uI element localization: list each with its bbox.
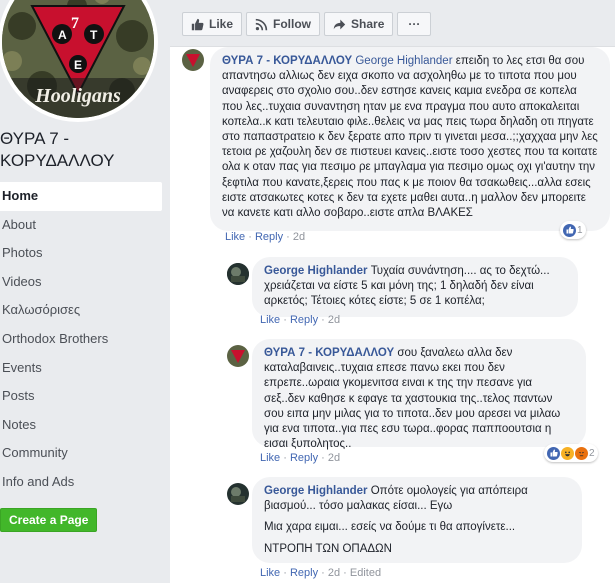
edited-label[interactable]: Edited — [350, 567, 381, 579]
more-options-label: ··· — [408, 17, 421, 31]
like-reaction-icon — [547, 446, 560, 460]
page-avatar-icon — [227, 345, 249, 367]
commenter-avatar[interactable] — [182, 49, 204, 71]
commenter-avatar[interactable] — [227, 483, 249, 505]
sidebar-item-info-and-ads[interactable]: Info and Ads — [0, 468, 170, 497]
svg-text:A: A — [58, 28, 67, 42]
comment-author[interactable]: George Highlander — [264, 265, 368, 277]
page-action-bar: Like Follow Share ··· — [182, 12, 432, 38]
create-page-button[interactable]: Create a Page — [0, 508, 98, 532]
like-comment-link[interactable]: Like — [260, 452, 280, 464]
rss-follow-icon — [255, 18, 268, 30]
sidebar-item-videos[interactable]: Videos — [0, 268, 170, 297]
reply-comment-link[interactable]: Reply — [290, 314, 318, 326]
reaction-number: 1 — [577, 224, 583, 236]
svg-text:7: 7 — [71, 15, 79, 32]
comment-timestamp[interactable]: 2d — [293, 231, 305, 243]
sidebar-item-notes[interactable]: Notes — [0, 411, 170, 440]
share-page-button[interactable]: Share — [324, 12, 394, 36]
follow-page-label: Follow — [273, 17, 312, 31]
user-avatar-icon — [227, 263, 249, 285]
comments-panel: ΘΥΡΑ 7 - ΚΟΡΥΔΑΛΛΟΥ George Highlander επ… — [170, 46, 615, 583]
comment-bubble: ΘΥΡΑ 7 - ΚΟΡΥΔΑΛΛΟΥ σου ξαναλεω αλλα δεν… — [252, 339, 586, 451]
svg-text:E: E — [74, 58, 82, 72]
commenter-avatar[interactable] — [227, 345, 249, 367]
reply-comment-link[interactable]: Reply — [290, 567, 318, 579]
comment-author[interactable]: ΘΥΡΑ 7 - ΚΟΡΥΔΑΛΛΟΥ — [222, 55, 352, 67]
reaction-number: 2 — [589, 447, 595, 459]
share-page-label: Share — [351, 17, 385, 31]
sidebar-item-posts[interactable]: Posts — [0, 382, 170, 411]
page-profile-picture[interactable]: A T E 7 Hooligans — [0, 0, 158, 122]
sidebar-item-events[interactable]: Events — [0, 354, 170, 383]
commenter-avatar[interactable] — [227, 263, 249, 285]
mentioned-user[interactable]: George Highlander — [355, 55, 452, 67]
sidebar-item-about[interactable]: About — [0, 211, 170, 240]
reaction-count[interactable]: 1 — [560, 221, 586, 239]
comment-text: επειδη το λες ετσι θα σου απαντησω αλλιω… — [222, 55, 598, 220]
more-options-button[interactable]: ··· — [397, 12, 432, 36]
sidebar-item-welcome[interactable]: Καλωσόρισες — [0, 296, 170, 325]
reaction-count[interactable]: 2 — [544, 444, 598, 462]
sidebar-item-home[interactable]: Home — [0, 182, 162, 211]
follow-page-button[interactable]: Follow — [246, 12, 321, 36]
thumbs-up-icon — [191, 18, 204, 30]
comment-text-line: ΝΤΡΟΠΗ ΤΩΝ ΟΠΑΔΩΝ — [264, 542, 392, 555]
comment-timestamp[interactable]: 2d — [328, 314, 340, 326]
like-comment-link[interactable]: Like — [225, 231, 245, 243]
sidebar-item-community[interactable]: Community — [0, 439, 170, 468]
comment-meta: Like · Reply · 2d — [260, 452, 341, 464]
comment-timestamp[interactable]: 2d — [328, 567, 340, 579]
comment-bubble: George Highlander Οπότε ομολογείς για απ… — [252, 477, 582, 563]
share-arrow-icon — [333, 19, 346, 29]
user-avatar-icon — [227, 483, 249, 505]
comment-meta: Like · Reply · 2d — [260, 314, 341, 326]
logo-text: Hooligans — [34, 85, 121, 107]
sidebar-item-orthodox-brothers[interactable]: Orthodox Brothers — [0, 325, 170, 354]
comment-author[interactable]: George Highlander — [264, 485, 368, 497]
comment-text: σου ξαναλεω αλλα δεν καταλαβαινεις..τυχα… — [264, 347, 561, 451]
comment-meta: Like · Reply · 2d — [225, 231, 306, 243]
comment-bubble: George Highlander Τυχαία συνάντηση.... α… — [252, 257, 578, 317]
logo-image: A T E 7 Hooligans — [2, 0, 154, 118]
angry-reaction-icon — [575, 446, 588, 460]
comment-meta: Like · Reply · 2d · Edited — [260, 567, 382, 579]
page-sidebar: A T E 7 Hooligans ΘΥΡΑ 7 - ΚΟΡΥΔΑΛΛΟΥ Ho… — [0, 0, 170, 582]
sidebar-nav: Home About Photos Videos Καλωσόρισες Ort… — [0, 182, 170, 497]
haha-reaction-icon — [561, 446, 574, 460]
sidebar-item-photos[interactable]: Photos — [0, 239, 170, 268]
comment-bubble: ΘΥΡΑ 7 - ΚΟΡΥΔΑΛΛΟΥ George Highlander επ… — [210, 47, 610, 231]
svg-text:T: T — [90, 28, 98, 42]
page-avatar-icon — [182, 49, 204, 71]
like-page-label: Like — [209, 17, 234, 31]
like-page-button[interactable]: Like — [182, 12, 243, 36]
page-title: ΘΥΡΑ 7 - ΚΟΡΥΔΑΛΛΟΥ — [0, 129, 115, 170]
like-reaction-icon — [563, 223, 576, 237]
reply-comment-link[interactable]: Reply — [290, 452, 318, 464]
comment-timestamp[interactable]: 2d — [328, 452, 340, 464]
comment-author[interactable]: ΘΥΡΑ 7 - ΚΟΡΥΔΑΛΛΟΥ — [264, 347, 394, 359]
like-comment-link[interactable]: Like — [260, 314, 280, 326]
like-comment-link[interactable]: Like — [260, 567, 280, 579]
comment-text-line: Μια χαρα ειμαι... εσείς να δούμε τι θα α… — [264, 521, 516, 534]
reply-comment-link[interactable]: Reply — [255, 231, 283, 243]
